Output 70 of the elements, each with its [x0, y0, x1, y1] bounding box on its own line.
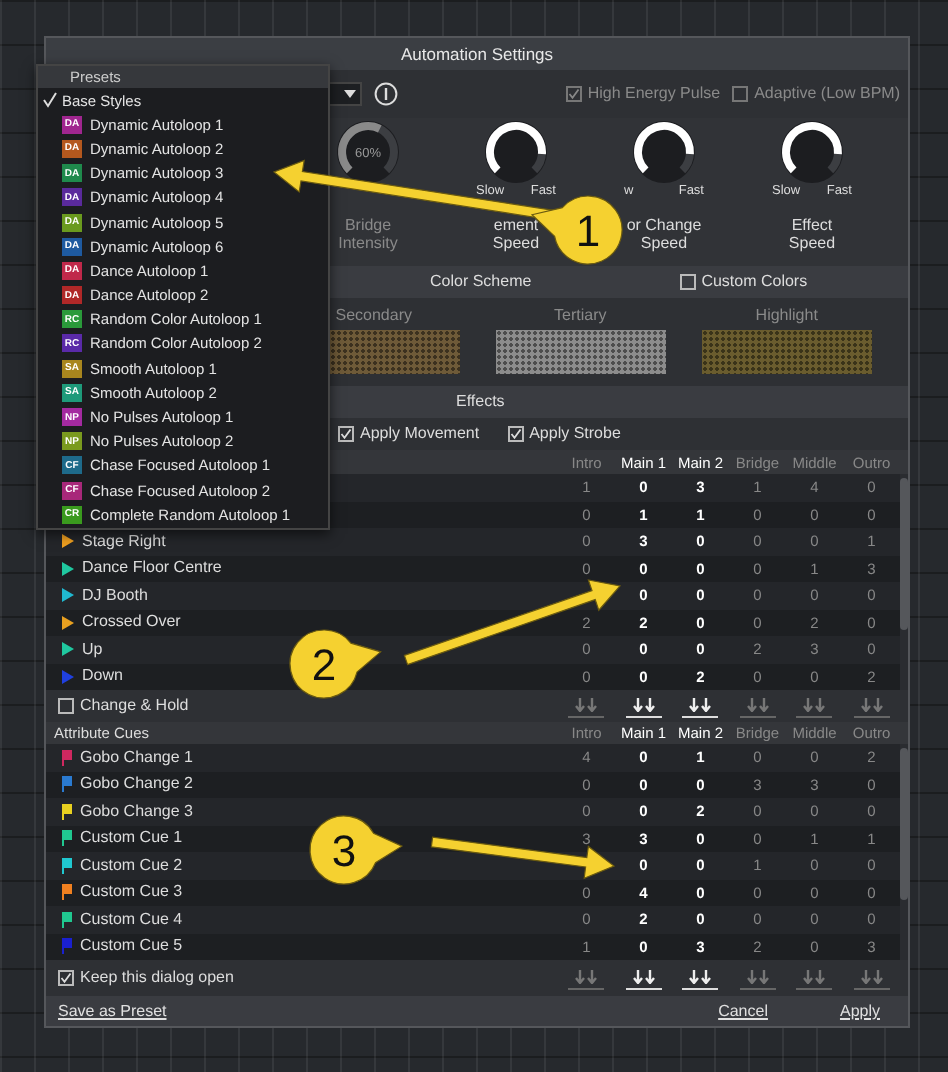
- double-down-arrow-icon: [859, 698, 884, 713]
- double-down-arrow-icon: [745, 970, 770, 985]
- row-label: Custom Cue 3: [80, 882, 183, 903]
- checkbox-label: Adaptive (Low BPM): [754, 84, 900, 104]
- double-down-arrow-icon: [688, 970, 713, 985]
- checkbox-label: Keep this dialog open: [80, 968, 234, 988]
- checkbox[interactable]: [507, 426, 524, 442]
- double-down-arrow-icon: [631, 698, 656, 713]
- row-label: Up: [82, 639, 103, 660]
- knob[interactable]: [484, 120, 548, 184]
- checkbox-label: Custom Colors: [701, 272, 808, 292]
- info-icon[interactable]: [374, 82, 398, 106]
- double-down-arrow-icon: [745, 698, 770, 713]
- caret-icon: [344, 90, 356, 98]
- row-label: Custom Cue 2: [80, 855, 183, 876]
- row-label: Down: [82, 666, 123, 687]
- scrollbar[interactable]: [900, 474, 908, 690]
- row-label: Gobo Change 1: [80, 747, 193, 768]
- swatch-label: Highlight: [753, 306, 820, 328]
- row-label: Custom Cue 1: [80, 828, 183, 849]
- row-label: Crossed Over: [82, 612, 181, 633]
- checkbox-label: Apply Strobe: [529, 424, 621, 444]
- row-label: Stage Right: [82, 531, 166, 552]
- knob-label: ement Speed: [490, 216, 542, 253]
- check-icon: [42, 92, 58, 109]
- double-down-arrow-icon: [802, 698, 827, 713]
- knob[interactable]: [780, 120, 844, 184]
- apply-button[interactable]: Apply: [839, 1001, 880, 1021]
- knob[interactable]: [632, 120, 696, 184]
- checkbox[interactable]: [58, 970, 74, 986]
- callout-number: 2: [311, 640, 337, 690]
- color-swatch[interactable]: [701, 330, 872, 374]
- checkbox-label: Change & Hold: [80, 696, 189, 716]
- row-label: Custom Cue 5: [80, 936, 183, 957]
- row-label: Gobo Change 3: [80, 801, 193, 822]
- scrollbar[interactable]: [900, 744, 908, 960]
- double-down-arrow-icon: [859, 970, 884, 985]
- double-down-arrow-icon: [631, 970, 656, 985]
- row-label: Gobo Change 2: [80, 774, 193, 795]
- callout-number: 1: [575, 206, 601, 256]
- check-icon: [60, 970, 72, 986]
- knob-label: Bridge Intensity: [336, 216, 400, 253]
- callout-number: 3: [331, 826, 357, 876]
- row-label: DJ Booth: [82, 585, 148, 606]
- window-title: Automation Settings: [46, 38, 908, 70]
- callout-bubble: [289, 629, 382, 699]
- check-icon: [567, 86, 580, 102]
- color-swatch[interactable]: [495, 330, 666, 374]
- section-title: Effects: [456, 392, 505, 412]
- checkbox-label: High Energy Pulse: [587, 84, 721, 104]
- double-down-arrow-icon: [802, 970, 827, 985]
- checkbox[interactable]: [679, 274, 696, 290]
- double-down-arrow-icon: [574, 970, 599, 985]
- cancel-button[interactable]: Cancel: [718, 1001, 768, 1021]
- save-preset-button[interactable]: Save as Preset: [58, 1001, 167, 1021]
- checkbox-label: Apply Movement: [360, 424, 480, 444]
- checkbox[interactable]: [338, 426, 354, 442]
- check-icon: [340, 426, 352, 442]
- swatch-label: Secondary: [333, 306, 414, 328]
- knob-label: or Change Speed: [624, 216, 704, 253]
- checkbox[interactable]: [58, 698, 74, 714]
- check-icon: [509, 426, 522, 442]
- knob-label: Effect Speed: [786, 216, 838, 253]
- section-title: Color Scheme: [430, 272, 532, 292]
- double-down-arrow-icon: [574, 698, 599, 713]
- double-down-arrow-icon: [688, 698, 713, 713]
- row-label: Custom Cue 4: [80, 909, 183, 930]
- callout-bubble: [309, 815, 403, 885]
- swatch-label: Tertiary: [552, 306, 609, 328]
- row-label: Dance Floor Centre: [82, 558, 222, 579]
